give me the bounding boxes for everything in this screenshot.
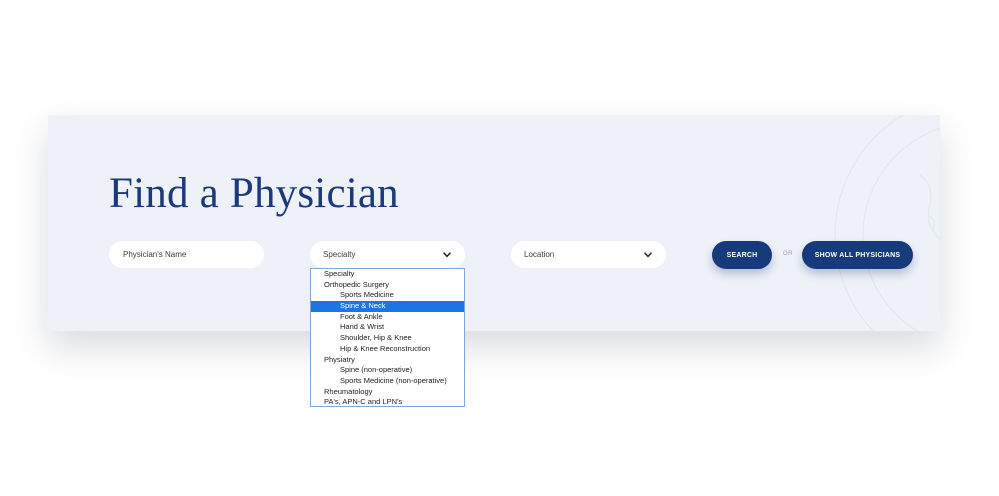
dropdown-option[interactable]: Sports Medicine: [311, 290, 464, 301]
dropdown-option[interactable]: Sports Medicine (non-operative): [311, 376, 464, 387]
dropdown-option[interactable]: Specialty: [311, 269, 464, 280]
decorative-emblem-watermark: [834, 115, 940, 331]
page-title: Find a Physician: [109, 170, 399, 217]
or-separator: OR: [783, 251, 793, 257]
location-select-value: Location: [524, 250, 555, 259]
dropdown-option[interactable]: Spine (non-operative): [311, 365, 464, 376]
specialty-select[interactable]: Specialty: [310, 241, 465, 268]
dropdown-option[interactable]: Physiatry: [311, 355, 464, 366]
dropdown-option[interactable]: PA's, APN-C and LPN's: [311, 397, 464, 406]
specialty-dropdown-list[interactable]: Specialty Orthopedic Surgery Sports Medici…: [310, 268, 465, 407]
dropdown-option[interactable]: Orthopedic Surgery: [311, 280, 464, 291]
show-all-physicians-button[interactable]: SHOW ALL PHYSICIANS: [802, 241, 913, 269]
chevron-down-icon: [642, 249, 653, 260]
find-physician-panel: Find a Physician Specialty Location SEAR…: [48, 115, 940, 331]
dropdown-option[interactable]: Hip & Knee Reconstruction: [311, 344, 464, 355]
dropdown-option[interactable]: Shoulder, Hip & Knee: [311, 333, 464, 344]
dropdown-option[interactable]: Foot & Ankle: [311, 312, 464, 323]
physician-name-input[interactable]: [109, 241, 264, 268]
specialty-select-value: Specialty: [323, 250, 356, 259]
dropdown-option[interactable]: Spine & Neck: [311, 301, 464, 312]
chevron-down-icon: [441, 249, 452, 260]
dropdown-option[interactable]: Hand & Wrist: [311, 322, 464, 333]
location-select[interactable]: Location: [511, 241, 666, 268]
search-button[interactable]: SEARCH: [712, 241, 772, 269]
dropdown-option[interactable]: Rheumatology: [311, 387, 464, 398]
